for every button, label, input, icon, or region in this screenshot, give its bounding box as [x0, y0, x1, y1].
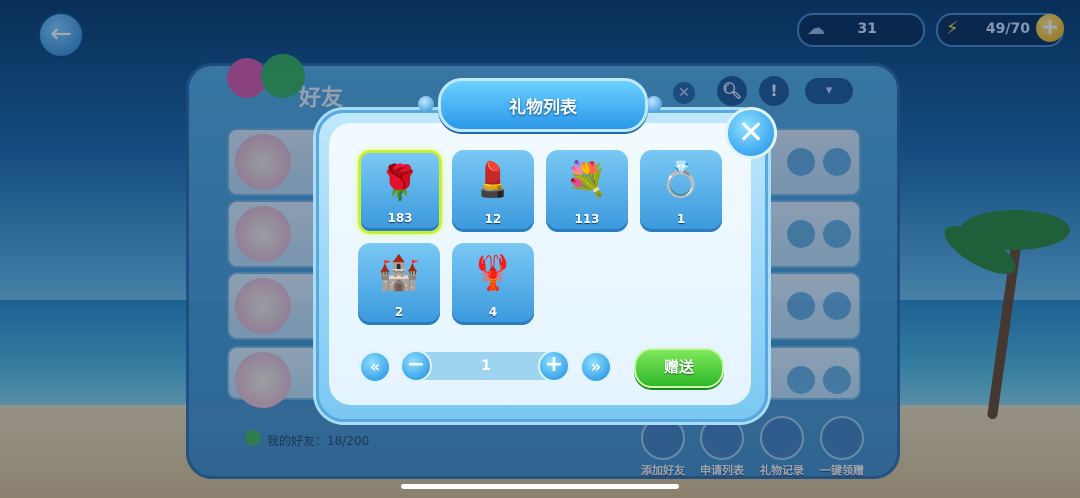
- gift-slot-rose[interactable]: 🌹 183: [358, 150, 442, 234]
- increase-quantity-button[interactable]: +: [538, 350, 570, 382]
- gift-count: 1: [676, 212, 686, 226]
- gift-count: 4: [488, 305, 498, 319]
- send-gift-button[interactable]: 赠送: [634, 348, 724, 388]
- decorative-pin: [418, 96, 434, 112]
- home-indicator: [401, 484, 679, 489]
- gift-slot-ring-box[interactable]: 💍 1: [640, 150, 722, 232]
- double-chevron-right-icon: »: [590, 357, 602, 376]
- gift-slot-castle[interactable]: 🏰 2: [358, 243, 440, 325]
- min-quantity-button[interactable]: «: [359, 351, 391, 383]
- ring-box-icon: 💍: [659, 160, 703, 200]
- minus-icon: −: [406, 352, 426, 377]
- max-quantity-button[interactable]: »: [580, 351, 612, 383]
- bouquet-icon: 💐: [565, 160, 609, 200]
- lipstick-icon: 💄: [471, 160, 515, 200]
- castle-icon: 🏰: [377, 253, 421, 293]
- gift-dialog-header: 礼物列表: [438, 78, 648, 132]
- gift-dialog-title: 礼物列表: [509, 98, 577, 118]
- gift-count: 113: [574, 212, 600, 226]
- gift-slot-lipstick[interactable]: 💄 12: [452, 150, 534, 232]
- lobster-icon: 🦞: [471, 253, 515, 293]
- decorative-pin: [646, 96, 662, 112]
- decrease-quantity-button[interactable]: −: [400, 350, 432, 382]
- gift-count: 183: [387, 211, 413, 225]
- rose-icon: 🌹: [378, 163, 422, 203]
- double-chevron-left-icon: «: [369, 357, 381, 376]
- close-icon: ✕: [737, 113, 765, 151]
- gift-slot-bouquet[interactable]: 💐 113: [546, 150, 628, 232]
- gift-slot-lobster[interactable]: 🦞 4: [452, 243, 534, 325]
- gift-count: 12: [484, 212, 502, 226]
- gift-count: 2: [394, 305, 404, 319]
- close-button[interactable]: ✕: [725, 107, 777, 159]
- plus-icon: +: [544, 352, 564, 377]
